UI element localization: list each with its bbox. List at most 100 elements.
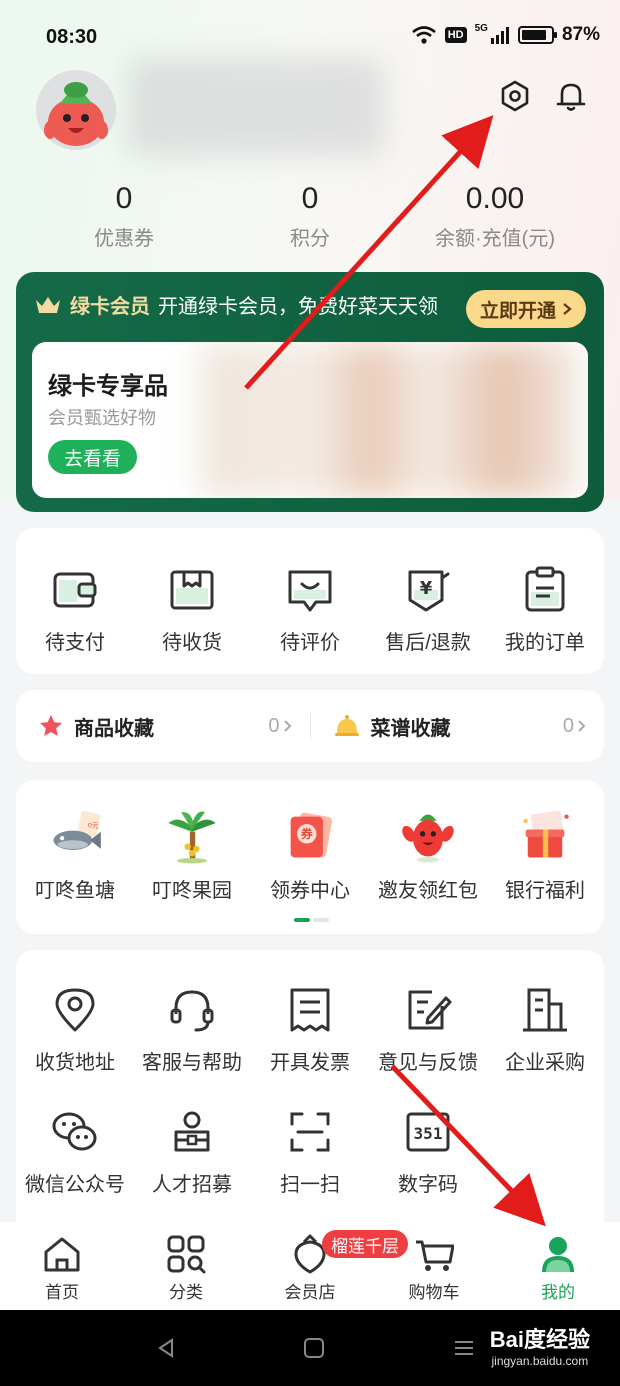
stat-label: 积分 <box>290 228 330 250</box>
membership-promo: 开通绿卡会员，免费好菜天天领 <box>158 296 438 318</box>
stat-coupons[interactable]: 0 优惠券 <box>34 180 214 251</box>
baidu-watermark: Bai度经验 jingyan.baidu.com <box>490 1322 590 1368</box>
favorite-label: 菜谱收藏 <box>370 717 451 740</box>
signal-icon <box>490 27 509 44</box>
favorites-card: 商品收藏 0 菜谱收藏 0 <box>16 690 604 762</box>
open-membership-button[interactable]: 立即开通 <box>465 290 586 328</box>
edit-icon <box>408 990 452 1030</box>
order-refund[interactable]: ¥ 售后/退款 <box>369 564 487 655</box>
activity-label: 邀友领红包 <box>378 880 478 902</box>
orders-card: 待支付 待收货 待评价 ¥ 售后/退款 我的订单 <box>16 528 604 674</box>
stat-points[interactable]: 0 积分 <box>220 180 400 251</box>
tab-label: 购物车 <box>408 1283 460 1302</box>
exclusive-products-card[interactable]: 绿卡专享品 会员甄选好物 去看看 <box>32 342 588 498</box>
radish-mascot-icon <box>44 82 108 146</box>
system-navigation-bar: Bai度经验 jingyan.baidu.com <box>0 1310 620 1386</box>
service-wechat[interactable]: 微信公众号 <box>16 1106 134 1197</box>
service-digital-code[interactable]: 351 数字码 <box>369 1106 487 1197</box>
service-feedback[interactable]: 意见与反馈 <box>369 984 487 1075</box>
box-icon <box>170 570 214 610</box>
activity-label: 银行福利 <box>505 880 585 902</box>
status-indicators: HD 5G 87% <box>411 22 600 46</box>
settings-icon[interactable] <box>497 78 533 114</box>
order-label: 待收货 <box>162 632 222 654</box>
comment-icon <box>288 570 332 612</box>
menu-icon[interactable] <box>452 1336 476 1360</box>
vip-store-badge: 榴莲千层 <box>322 1230 408 1258</box>
watermark-url: jingyan.baidu.com <box>491 1354 589 1368</box>
service-enterprise[interactable]: 企业采购 <box>486 984 604 1075</box>
service-scan[interactable]: 扫一扫 <box>251 1106 369 1197</box>
stat-label: 优惠券 <box>94 228 154 250</box>
service-recruit[interactable]: 人才招募 <box>133 1106 251 1197</box>
tab-category[interactable]: 分类 <box>136 1234 236 1303</box>
back-icon[interactable] <box>154 1336 178 1360</box>
svg-text:券: 券 <box>300 827 314 841</box>
service-label: 客服与帮助 <box>142 1052 242 1074</box>
tree-icon <box>168 811 216 864</box>
chevron-right-icon <box>578 720 586 732</box>
service-label: 意见与反馈 <box>378 1052 478 1074</box>
bell-icon <box>334 715 359 736</box>
order-label: 待评价 <box>280 632 340 654</box>
wallet-icon <box>53 572 97 608</box>
order-label: 售后/退款 <box>385 632 471 654</box>
open-membership-label: 立即开通 <box>479 300 556 322</box>
activity-invite-friends[interactable]: 邀友领红包 <box>369 808 487 903</box>
category-icon <box>167 1235 206 1274</box>
stat-value: 0.00 <box>465 182 525 215</box>
battery-percent: 87% <box>561 24 600 45</box>
headset-icon <box>170 990 214 1032</box>
activity-label: 领券中心 <box>270 880 350 902</box>
product-images-blurred <box>200 342 580 498</box>
user-icon <box>542 1237 574 1272</box>
service-support[interactable]: 客服与帮助 <box>133 984 251 1075</box>
service-invoice[interactable]: 开具发票 <box>251 984 369 1075</box>
activity-bank-benefits[interactable]: 银行福利 <box>486 808 604 903</box>
activities-card: 0元 叮咚鱼塘 叮咚果园 券 领券中心 邀友领红包 银行福利 <box>16 780 604 934</box>
stat-balance[interactable]: 0.00 余额·充值(元) <box>405 180 585 251</box>
service-address[interactable]: 收货地址 <box>16 984 134 1075</box>
activity-orchard[interactable]: 叮咚果园 <box>133 808 251 903</box>
clipboard-icon <box>525 566 565 612</box>
favorite-count: 0 <box>268 714 280 737</box>
stat-value: 0 <box>115 182 133 215</box>
recruit-icon <box>174 1111 210 1152</box>
order-pending-receipt[interactable]: 待收货 <box>133 564 251 655</box>
membership-header: 绿卡会员 开通绿卡会员，免费好菜天天领 <box>34 290 438 319</box>
order-all[interactable]: 我的订单 <box>486 564 604 655</box>
home-nav-icon[interactable] <box>302 1336 326 1360</box>
crown-icon <box>36 296 60 313</box>
tab-profile[interactable]: 我的 <box>508 1234 608 1303</box>
bottom-tab-bar: 首页 分类 会员店 购物车 我的 榴莲千层 <box>0 1222 620 1310</box>
green-card-membership: 绿卡会员 开通绿卡会员，免费好菜天天领 立即开通 绿卡专享品 会员甄选好物 去看… <box>16 272 604 512</box>
chevron-right-icon <box>563 303 572 315</box>
favorite-count: 0 <box>562 714 574 737</box>
view-button[interactable]: 去看看 <box>48 440 138 474</box>
activity-fish-pond[interactable]: 0元 叮咚鱼塘 <box>16 808 134 903</box>
tab-label: 分类 <box>169 1283 203 1302</box>
tab-label: 会员店 <box>284 1283 336 1302</box>
service-label: 扫一扫 <box>280 1174 340 1196</box>
home-icon <box>44 1237 80 1272</box>
activity-coupon-center[interactable]: 券 领券中心 <box>251 808 369 903</box>
stat-value: 0 <box>301 182 319 215</box>
svg-text:351: 351 <box>414 1124 443 1143</box>
tab-home[interactable]: 首页 <box>12 1234 112 1303</box>
network-type: 5G <box>474 22 488 34</box>
invoice-icon <box>290 988 330 1032</box>
product-favorites[interactable]: 商品收藏 0 <box>16 712 310 741</box>
recipe-favorites[interactable]: 菜谱收藏 0 <box>311 712 605 741</box>
svg-text:0元: 0元 <box>88 821 99 829</box>
activity-label: 叮咚鱼塘 <box>35 880 115 902</box>
battery-icon <box>517 26 557 44</box>
bell-icon[interactable] <box>553 78 589 114</box>
building-icon <box>523 988 567 1032</box>
cart-icon <box>416 1240 454 1271</box>
tab-label: 首页 <box>45 1283 79 1302</box>
coupon-icon: 券 <box>290 812 333 858</box>
hd-badge: HD <box>444 27 467 43</box>
avatar[interactable] <box>36 70 116 150</box>
order-pending-payment[interactable]: 待支付 <box>16 564 134 655</box>
order-pending-review[interactable]: 待评价 <box>251 564 369 655</box>
